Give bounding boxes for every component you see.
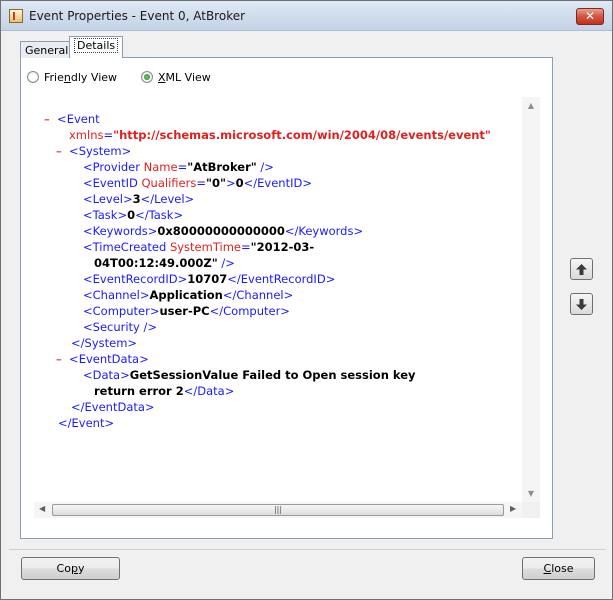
- xml-line-task: <Task>0</Task>: [83, 208, 184, 222]
- window-title: Event Properties - Event 0, AtBroker: [29, 9, 246, 23]
- xml-line-eventid: <EventID Qualifiers="0">0</EventID>: [83, 176, 312, 190]
- scroll-up-arrow-icon[interactable]: ▲: [526, 101, 536, 110]
- title-bar[interactable]: Event Properties - Event 0, AtBroker ✕: [1, 1, 612, 31]
- tab-details-label: Details: [74, 38, 119, 53]
- footer-separator: [9, 549, 606, 550]
- horizontal-scroll-thumb[interactable]: |||: [52, 504, 504, 516]
- xml-line-eventdata-close: </EventData>: [71, 400, 155, 414]
- xml-line-event-open: – <Event: [44, 112, 100, 126]
- xml-line-keywords: <Keywords>0x80000000000000</Keywords>: [83, 224, 364, 238]
- arrow-up-icon: [576, 264, 587, 275]
- friendly-view-radio[interactable]: [27, 71, 39, 83]
- xml-line-eventdata-open: – <EventData>: [56, 352, 149, 366]
- vertical-scrollbar[interactable]: ▲ ▼: [522, 97, 540, 502]
- xml-line-provider: <Provider Name="AtBroker" />: [83, 160, 274, 174]
- horizontal-scrollbar[interactable]: ◀ ||| ▶: [34, 502, 522, 518]
- xml-line-data: <Data>GetSessionValue Failed to Open ses…: [83, 368, 416, 382]
- scroll-down-arrow-icon[interactable]: ▼: [526, 489, 536, 498]
- close-window-icon[interactable]: ✕: [576, 8, 604, 25]
- xml-line-security: <Security />: [83, 320, 158, 334]
- xml-line-computer: <Computer>user-PC</Computer>: [83, 304, 290, 318]
- collapse-toggle-eventdata[interactable]: –: [56, 352, 62, 366]
- xml-content: – <Event xmlns="http://schemas.microsoft…: [34, 97, 522, 502]
- close-button[interactable]: Close: [522, 557, 595, 580]
- xml-view-radio[interactable]: [141, 71, 153, 83]
- event-viewer-app-icon: [9, 9, 23, 23]
- xml-viewer[interactable]: – <Event xmlns="http://schemas.microsoft…: [34, 97, 540, 518]
- scroll-right-arrow-icon[interactable]: ▶: [510, 504, 516, 513]
- xml-line-event-close: </Event>: [58, 416, 115, 430]
- collapse-toggle-event[interactable]: –: [44, 112, 50, 126]
- xml-line-timecreated-cont: 04T00:12:49.000Z" />: [94, 256, 235, 270]
- friendly-view-label: Friendly View: [44, 70, 118, 84]
- scroll-left-arrow-icon[interactable]: ◀: [39, 504, 45, 513]
- xml-line-level: <Level>3</Level>: [83, 192, 195, 206]
- collapse-toggle-system[interactable]: –: [56, 144, 62, 158]
- xml-line-recordid: <EventRecordID>10707</EventRecordID>: [83, 272, 336, 286]
- xml-line-system-close: </System>: [71, 336, 138, 350]
- xml-view-label: XML View: [158, 70, 211, 84]
- xml-view-option[interactable]: XML View: [141, 70, 211, 84]
- copy-button[interactable]: Copy: [21, 557, 120, 580]
- event-properties-window: Event Properties - Event 0, AtBroker ✕ G…: [0, 0, 613, 600]
- xml-line-xmlns: xmlns="http://schemas.microsoft.com/win/…: [69, 128, 491, 142]
- tab-details[interactable]: Details: [69, 36, 124, 58]
- tab-general[interactable]: General: [20, 41, 74, 58]
- tab-general-label: General: [25, 44, 69, 57]
- xml-line-system-open: – <System>: [56, 144, 132, 158]
- friendly-view-option[interactable]: Friendly View: [27, 70, 117, 84]
- arrow-down-icon: [576, 299, 587, 310]
- previous-event-button[interactable]: [570, 258, 593, 280]
- next-event-button[interactable]: [570, 293, 593, 315]
- xml-line-channel: <Channel>Application</Channel>: [83, 288, 294, 302]
- xml-line-data-cont: return error 2</Data>: [94, 384, 235, 398]
- scrollbar-corner: [522, 502, 540, 518]
- xml-line-timecreated: <TimeCreated SystemTime="2012-03-: [83, 240, 315, 254]
